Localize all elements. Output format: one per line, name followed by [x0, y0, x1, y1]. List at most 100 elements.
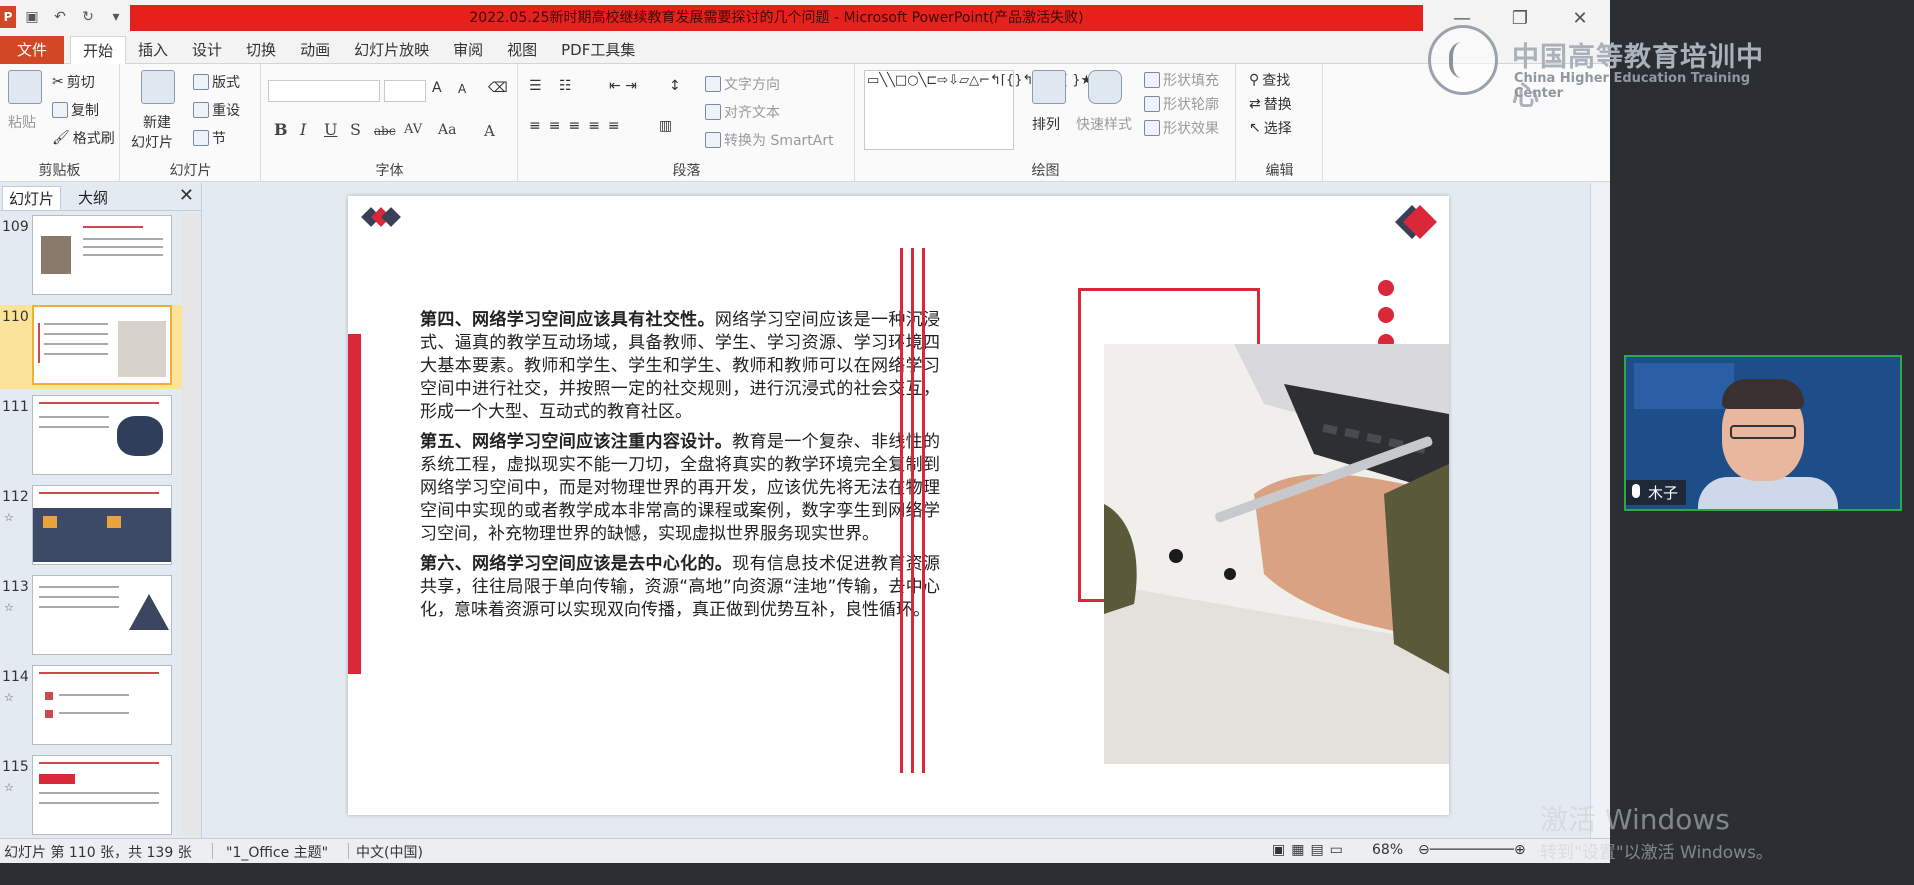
- tab-insert[interactable]: 插入: [126, 36, 180, 64]
- paste-icon[interactable]: [8, 70, 42, 104]
- tab-slideshow[interactable]: 幻灯片放映: [342, 36, 441, 64]
- select-button[interactable]: ↖ 选择: [1249, 118, 1292, 138]
- writing-photo[interactable]: [1104, 344, 1449, 764]
- shadow-button[interactable]: S: [350, 120, 361, 139]
- italic-button[interactable]: I: [300, 120, 306, 139]
- thumbnail-row[interactable]: 112 ☆: [0, 485, 182, 569]
- tab-animations[interactable]: 动画: [288, 36, 342, 64]
- bold-button[interactable]: B: [274, 120, 288, 139]
- tab-transitions[interactable]: 切换: [234, 36, 288, 64]
- slide-body-text[interactable]: 第四、网络学习空间应该具有社交性。网络学习空间应该是一种沉浸式、逼真的教学互动场…: [420, 309, 940, 629]
- tab-view[interactable]: 视图: [495, 36, 549, 64]
- char-spacing-button[interactable]: AV: [404, 122, 422, 137]
- format-painter-button[interactable]: 🖌 格式刷: [52, 128, 115, 148]
- arrange-icon[interactable]: [1032, 70, 1066, 104]
- layout-button[interactable]: 版式: [193, 72, 240, 92]
- slide-scrollbar[interactable]: [1590, 183, 1610, 838]
- shapes-gallery[interactable]: ▭╲╲□○╲⊏⇨⇩▱△⌐↰⌈{}↰↯╲╲{ }★: [864, 70, 1092, 150]
- shape-fill-button[interactable]: 形状填充: [1144, 70, 1219, 90]
- new-slide-label-1[interactable]: 新建: [143, 112, 171, 132]
- line-spacing-icon[interactable]: ↕: [669, 78, 681, 94]
- paste-button[interactable]: 粘贴: [8, 112, 36, 132]
- smartart-button[interactable]: 转换为 SmartArt: [705, 130, 834, 150]
- speaker-name-tag: 木子: [1626, 480, 1687, 505]
- bullets-icon[interactable]: ☰: [529, 78, 542, 94]
- tab-design[interactable]: 设计: [180, 36, 234, 64]
- underline-button[interactable]: U: [324, 120, 337, 139]
- thumbnail-row[interactable]: 115 ☆: [0, 755, 182, 839]
- view-buttons[interactable]: ▣▦▤▭: [1272, 842, 1349, 858]
- speaker-glasses: [1730, 425, 1796, 439]
- tab-home[interactable]: 开始: [70, 36, 127, 64]
- redo-icon[interactable]: ↻: [78, 7, 98, 27]
- save-icon[interactable]: ▣: [22, 7, 42, 27]
- slide-thumbnail[interactable]: [32, 305, 172, 385]
- tab-pdf-tools[interactable]: PDF工具集: [549, 36, 647, 64]
- reset-button[interactable]: 重设: [193, 100, 240, 120]
- numbering-icon[interactable]: ☷: [559, 78, 572, 94]
- thumbnail-row[interactable]: 109: [0, 215, 182, 299]
- slide-thumbnail[interactable]: [32, 755, 172, 835]
- slide-thumbnail[interactable]: [32, 575, 172, 655]
- replace-button[interactable]: ⇄ 替换: [1249, 94, 1292, 114]
- shrink-font-button[interactable]: A: [458, 82, 466, 96]
- font-family-combo[interactable]: [268, 80, 380, 102]
- thumbnail-row-selected[interactable]: 110: [0, 305, 182, 389]
- shape-outline-button[interactable]: 形状轮廓: [1144, 94, 1219, 114]
- grow-font-button[interactable]: A: [432, 80, 442, 96]
- slide-thumbnail[interactable]: [32, 665, 172, 745]
- zoom-slider[interactable]: ⊖──────────⊕: [1418, 842, 1526, 858]
- shape-effects-button[interactable]: 形状效果: [1144, 118, 1219, 138]
- editing-group-label: 编辑: [1265, 163, 1294, 179]
- quick-styles-button[interactable]: 快速样式: [1076, 114, 1132, 134]
- new-slide-label-2[interactable]: 幻灯片: [131, 132, 173, 152]
- quick-styles-icon[interactable]: [1088, 70, 1122, 104]
- columns-icon[interactable]: ▥: [659, 118, 672, 134]
- tab-file[interactable]: 文件: [0, 36, 64, 64]
- close-pane-icon[interactable]: ✕: [179, 185, 194, 206]
- strikethrough-button[interactable]: abc: [374, 124, 396, 138]
- change-case-button[interactable]: Aa: [438, 122, 456, 138]
- status-bar: 幻灯片 第 110 张，共 139 张 "1_Office 主题" 中文(中国)…: [0, 838, 1610, 863]
- speaker-video[interactable]: 木子: [1624, 355, 1902, 511]
- indent-icons[interactable]: ⇤ ⇥: [609, 78, 637, 94]
- zoom-level[interactable]: 68%: [1372, 842, 1403, 858]
- binoculars-icon: ⚲: [1249, 72, 1260, 88]
- text-direction-button[interactable]: 文字方向: [705, 74, 780, 94]
- slide-count: 幻灯片 第 110 张，共 139 张: [4, 845, 192, 861]
- clear-format-icon[interactable]: ⌫: [488, 80, 508, 96]
- thumbnail-row[interactable]: 113 ☆: [0, 575, 182, 659]
- font-size-combo[interactable]: [384, 80, 426, 102]
- find-button[interactable]: ⚲ 查找: [1249, 70, 1290, 90]
- copy-button[interactable]: 复制: [52, 100, 99, 120]
- tab-review[interactable]: 审阅: [441, 36, 495, 64]
- slide-thumbnail[interactable]: [32, 485, 172, 565]
- thumbnail-scrollbar[interactable]: [182, 213, 200, 835]
- copy-label: 复制: [71, 103, 99, 119]
- current-slide[interactable]: 第四、网络学习空间应该具有社交性。网络学习空间应该是一种沉浸式、逼真的教学互动场…: [348, 196, 1449, 815]
- undo-icon[interactable]: ↶: [50, 7, 70, 27]
- tab-slides[interactable]: 幻灯片: [2, 186, 62, 210]
- language[interactable]: 中文(中国): [356, 842, 423, 862]
- shape-outline-label: 形状轮廓: [1163, 97, 1219, 113]
- font-color-button[interactable]: A: [484, 122, 495, 140]
- thumbnail-row[interactable]: 111: [0, 395, 182, 479]
- section-button[interactable]: 节: [193, 128, 226, 148]
- paragraph-group: ☰ ☷ ⇤ ⇥ ↕ 文字方向 对齐文本 转换为 SmartArt ≡≡≡≡≡ ▥…: [519, 64, 855, 182]
- tab-outline[interactable]: 大纲: [72, 186, 114, 210]
- replace-label: 替换: [1263, 97, 1292, 113]
- align-text-button[interactable]: 对齐文本: [705, 102, 780, 122]
- cut-button[interactable]: ✂ 剪切: [52, 72, 95, 92]
- new-slide-icon[interactable]: [141, 70, 175, 104]
- customize-qat-icon[interactable]: ▾: [106, 7, 126, 27]
- slide-thumbnail[interactable]: [32, 395, 172, 475]
- scissors-icon: ✂: [52, 74, 64, 90]
- speaker-hair: [1722, 379, 1804, 409]
- thumbnail-row[interactable]: 114 ☆: [0, 665, 182, 749]
- alignment-icons[interactable]: ≡≡≡≡≡: [529, 118, 628, 134]
- slide-thumbnail[interactable]: [32, 215, 172, 295]
- activation-watermark-title: 激活 Windows: [1540, 803, 1730, 836]
- status-divider: [348, 843, 349, 859]
- arrange-button[interactable]: 排列: [1032, 114, 1060, 134]
- shape-fill-icon: [1144, 72, 1160, 88]
